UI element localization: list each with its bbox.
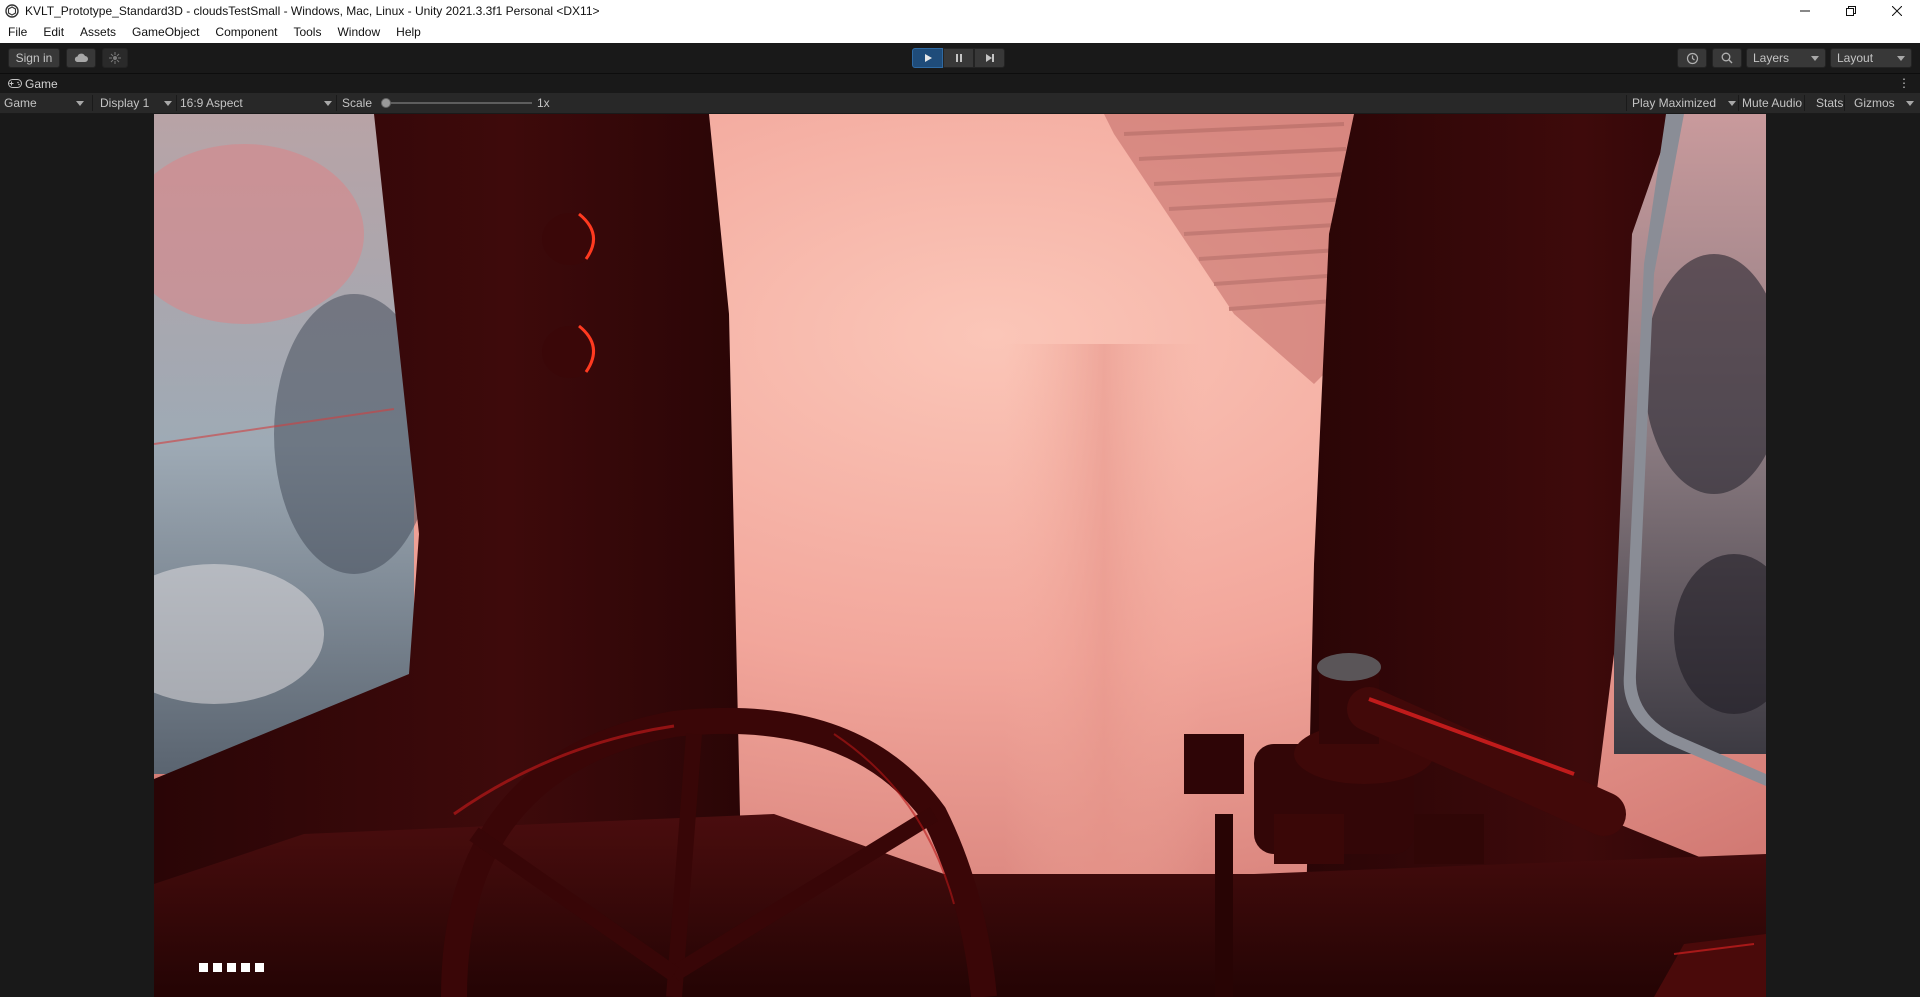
chevron-down-icon — [164, 100, 172, 106]
menu-assets[interactable]: Assets — [72, 22, 124, 43]
pause-button[interactable] — [943, 48, 974, 68]
play-button[interactable] — [912, 48, 943, 68]
chevron-down-icon — [76, 100, 84, 106]
game-render[interactable] — [154, 114, 1766, 997]
tab-strip: Game ⋮ — [0, 74, 1920, 93]
view-dropdown[interactable]: Game — [4, 93, 86, 113]
aspect-dropdown[interactable]: 16:9 Aspect — [180, 93, 332, 113]
window-title: KVLT_Prototype_Standard3D - cloudsTestSm… — [25, 4, 600, 18]
divider — [1626, 95, 1627, 111]
chevron-down-icon — [1811, 55, 1819, 61]
collab-button[interactable] — [102, 48, 128, 68]
indicator-dot — [241, 963, 250, 972]
chevron-down-icon — [324, 100, 332, 106]
search-icon — [1721, 52, 1733, 64]
indicator-dot — [199, 963, 208, 972]
menu-window[interactable]: Window — [329, 22, 388, 43]
tab-game[interactable]: Game — [0, 74, 66, 93]
chevron-down-icon — [1897, 55, 1905, 61]
indicator-dot — [255, 963, 264, 972]
scale-slider-handle[interactable] — [381, 98, 391, 108]
main-toolbar: Sign in Layers Layout — [0, 43, 1920, 74]
divider — [1804, 95, 1805, 111]
play-controls — [912, 48, 1005, 68]
play-mode-label: Play Maximized — [1632, 96, 1717, 110]
window-title-bar: KVLT_Prototype_Standard3D - cloudsTestSm… — [0, 0, 1920, 22]
loading-indicator — [199, 963, 264, 972]
history-icon — [1686, 52, 1698, 64]
history-button[interactable] — [1677, 48, 1707, 68]
close-icon[interactable] — [1874, 0, 1920, 22]
display-dropdown[interactable]: Display 1 — [100, 93, 172, 113]
chevron-down-icon — [1906, 100, 1914, 106]
layout-label: Layout — [1837, 51, 1874, 65]
menu-tools[interactable]: Tools — [285, 22, 329, 43]
divider — [336, 95, 337, 111]
display-label: Display 1 — [100, 96, 150, 110]
divider — [1844, 95, 1845, 111]
game-view-toolbar: Game Display 1 16:9 Aspect Scale 1x Play… — [0, 93, 1920, 114]
view-label: Game — [4, 96, 37, 110]
indicator-dot — [213, 963, 222, 972]
menu-edit[interactable]: Edit — [35, 22, 72, 43]
menu-gameobject[interactable]: GameObject — [124, 22, 207, 43]
layers-label: Layers — [1753, 51, 1790, 65]
cloud-icon — [74, 53, 88, 62]
menu-help[interactable]: Help — [388, 22, 429, 43]
gizmos-label: Gizmos — [1854, 96, 1895, 110]
play-icon — [924, 54, 932, 62]
unity-logo-icon — [5, 4, 19, 18]
sign-in-button[interactable]: Sign in — [8, 48, 60, 68]
more-options-icon[interactable]: ⋮ — [1898, 76, 1910, 90]
step-icon — [985, 54, 994, 62]
sign-in-label: Sign in — [15, 51, 53, 65]
search-button[interactable] — [1712, 48, 1742, 68]
layout-dropdown[interactable]: Layout — [1830, 48, 1912, 68]
scale-value: 1x — [537, 96, 550, 110]
chevron-down-icon — [1728, 100, 1736, 106]
divider — [1738, 95, 1739, 111]
play-mode-dropdown[interactable]: Play Maximized — [1632, 93, 1736, 113]
indicator-dot — [227, 963, 236, 972]
gamepad-icon — [8, 79, 22, 88]
divider — [92, 95, 93, 111]
tab-game-label: Game — [25, 76, 58, 91]
pause-icon — [955, 54, 962, 62]
stats-toggle[interactable]: Stats — [1816, 93, 1843, 113]
cloud-button[interactable] — [66, 48, 96, 68]
menu-component[interactable]: Component — [207, 22, 285, 43]
gizmos-dropdown[interactable]: Gizmos — [1854, 93, 1914, 113]
menu-file[interactable]: File — [0, 22, 35, 43]
collab-icon — [109, 52, 121, 64]
game-render-view — [154, 114, 1766, 997]
scale-label: Scale — [342, 96, 373, 110]
restore-icon[interactable] — [1828, 0, 1874, 22]
aspect-label: 16:9 Aspect — [180, 96, 243, 110]
menu-bar: File Edit Assets GameObject Component To… — [0, 22, 1920, 43]
layers-dropdown[interactable]: Layers — [1746, 48, 1826, 68]
step-button[interactable] — [974, 48, 1005, 68]
minimize-icon[interactable] — [1782, 0, 1828, 22]
scale-slider-track[interactable] — [385, 102, 532, 104]
game-viewport[interactable] — [0, 114, 1920, 997]
mute-audio-toggle[interactable]: Mute Audio — [1742, 93, 1802, 113]
divider — [176, 95, 177, 111]
